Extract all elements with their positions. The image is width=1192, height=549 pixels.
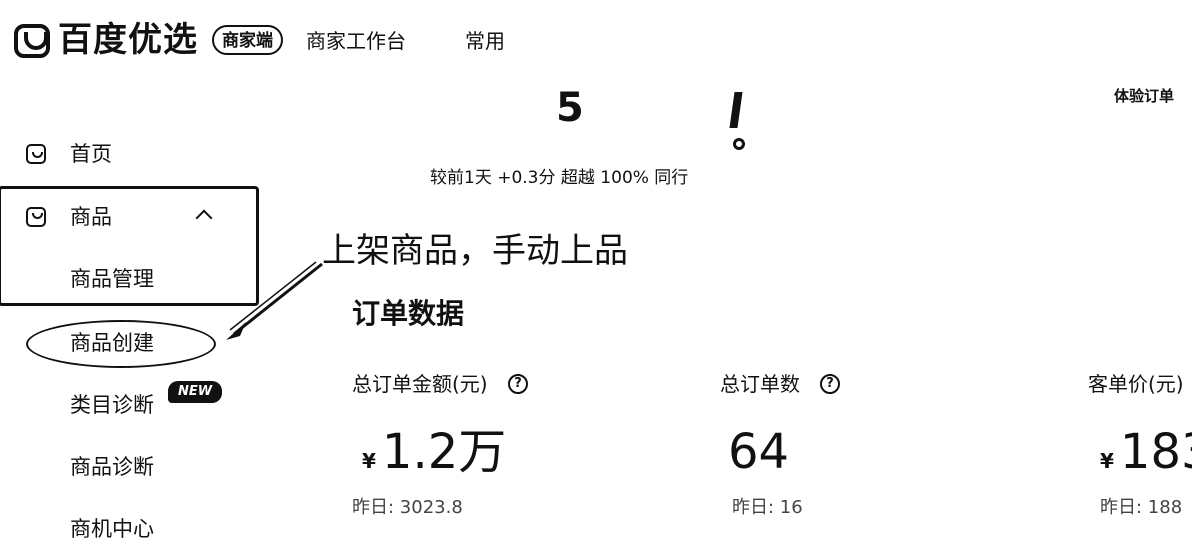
metric-label-avg-order: 客单价(元) <box>1088 372 1184 396</box>
exclamation-icon <box>729 92 743 128</box>
score-compare-text: 较前1天 +0.3分 超越 100% 同行 <box>430 168 689 188</box>
experience-orders-label: 体验订单 <box>1114 87 1175 105</box>
sidebar-item-category-diagnosis[interactable]: 类目诊断 <box>70 390 154 420</box>
sidebar-item-product-diagnosis[interactable]: 商品诊断 <box>70 452 154 482</box>
sidebar-item-product-create[interactable]: 商品创建 <box>70 328 154 358</box>
sidebar-item-products[interactable]: 商品 <box>70 202 112 232</box>
metric-number: 1.2万 <box>381 424 507 480</box>
metric-value-total-orders: 64 <box>728 424 790 480</box>
metric-value-total-amount: ¥1.2万 <box>362 424 506 489</box>
new-badge: NEW <box>168 381 222 403</box>
metric-sub-total-orders: 昨日: 16 <box>732 497 803 518</box>
home-icon <box>26 144 46 164</box>
metric-value-avg-order: ¥183 <box>1100 424 1192 489</box>
metric-sub-total-amount: 昨日: 3023.8 <box>352 497 463 518</box>
product-icon <box>26 207 46 227</box>
currency-symbol: ¥ <box>1100 449 1114 473</box>
merchant-badge: 商家端 <box>212 25 283 55</box>
exclamation-dot-icon <box>733 138 745 150</box>
metric-label-total-amount: 总订单金额(元) <box>352 372 488 396</box>
annotation-text: 上架商品，手动上品 <box>322 231 628 271</box>
sidebar-item-home[interactable]: 首页 <box>70 139 112 169</box>
metric-label-total-orders: 总订单数 <box>720 372 800 396</box>
metric-number: 183 <box>1119 424 1192 480</box>
currency-symbol: ¥ <box>362 449 376 473</box>
orders-section-title: 订单数据 <box>352 297 465 330</box>
score-fragment: 5 <box>556 85 584 131</box>
sidebar-item-product-management[interactable]: 商品管理 <box>70 264 154 294</box>
common-menu[interactable]: 常用 <box>465 26 505 56</box>
metric-sub-avg-order: 昨日: 188 <box>1100 497 1183 518</box>
workbench-title: 商家工作台 <box>306 29 406 53</box>
sidebar-item-opportunity-center[interactable]: 商机中心 <box>70 514 154 544</box>
brand-name[interactable]: 百度优选 <box>58 18 198 62</box>
help-icon[interactable]: ? <box>820 374 840 394</box>
brand-logo-icon[interactable] <box>14 24 50 58</box>
annotation-arrow-icon <box>226 261 323 340</box>
help-icon[interactable]: ? <box>508 374 528 394</box>
